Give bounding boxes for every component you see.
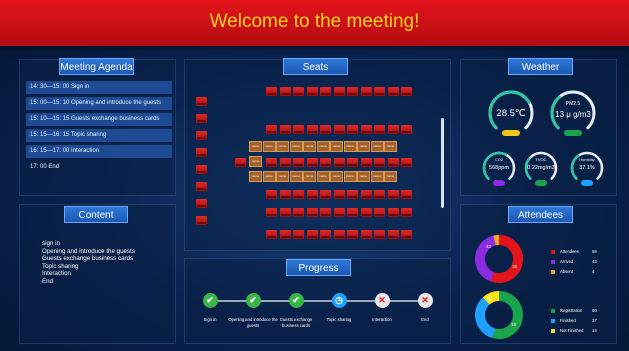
attendees-donut-slice: [490, 235, 523, 283]
legend-swatch: [551, 329, 555, 333]
donut-label: 42: [486, 244, 492, 249]
donut-label: 11: [488, 296, 493, 301]
attendees-donut-slice: [493, 235, 500, 246]
legend-name: Not Finished: [560, 328, 584, 333]
legend-name: Registration: [560, 308, 583, 313]
legend-name: Attendees: [560, 249, 579, 254]
legend-name: Arrived: [560, 259, 574, 264]
legend-swatch: [551, 270, 555, 274]
attendees-charts: 42 18 11 18: [475, 235, 523, 339]
temperature-indicator: [502, 130, 520, 136]
registration-donut-slice: [475, 297, 496, 339]
donut-label: 18: [512, 264, 518, 269]
tvoc-indicator: [535, 180, 547, 186]
legend-swatch: [551, 309, 555, 313]
donut-label: 18: [511, 322, 517, 327]
co2-indicator: [493, 180, 505, 186]
legend-value: 37: [592, 318, 597, 323]
legend-value: 43: [592, 259, 597, 264]
legend-name: Finished: [560, 318, 576, 323]
legend-swatch: [551, 260, 555, 264]
pm25-indicator: [564, 130, 582, 136]
legend-swatch: [551, 319, 555, 323]
registration-donut-slice: [492, 291, 523, 339]
legend-value: 4: [592, 269, 595, 274]
legend-value: 60: [592, 308, 597, 313]
legend-name: Absent: [560, 269, 574, 274]
humidity-indicator: [581, 180, 593, 186]
legend-value: 59: [592, 249, 597, 254]
legend-value: 13: [592, 328, 597, 333]
legend-swatch: [551, 250, 555, 254]
